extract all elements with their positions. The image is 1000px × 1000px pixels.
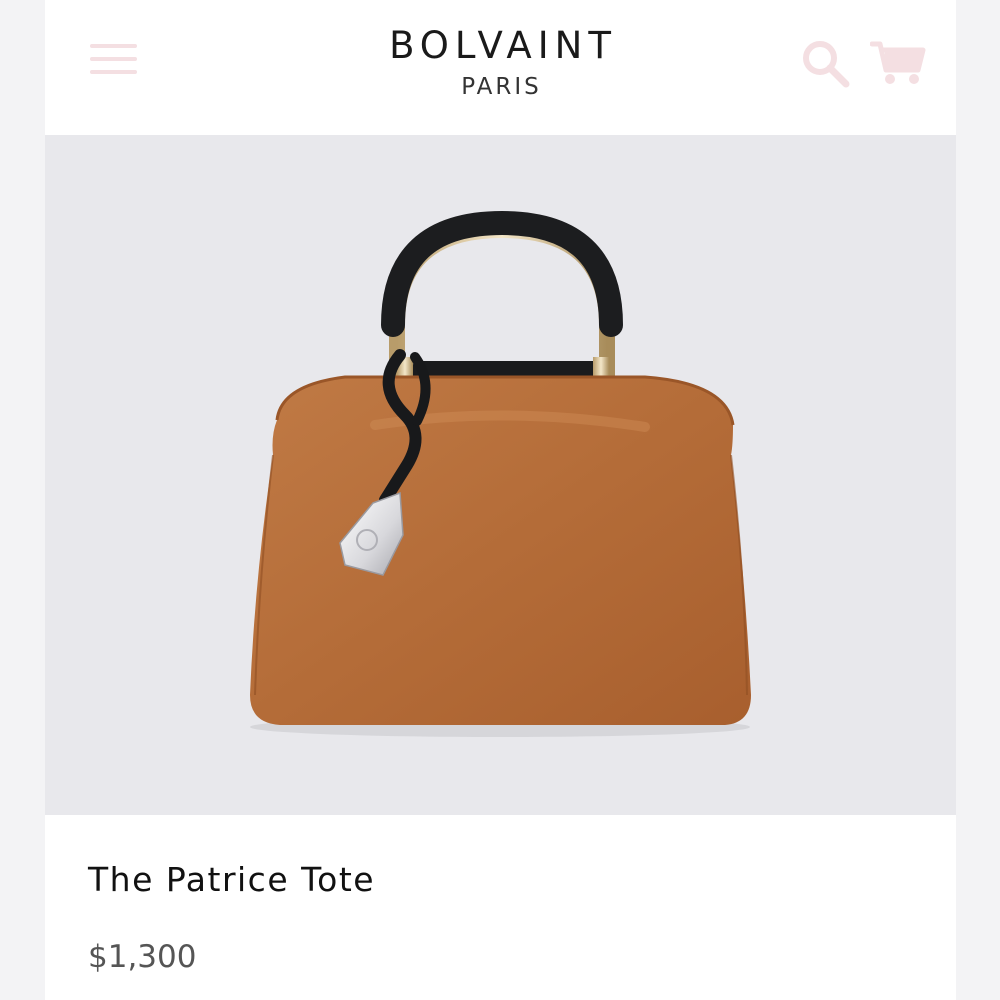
product-title: The Patrice Tote bbox=[88, 860, 376, 899]
brand-name: BOLVAINT bbox=[389, 24, 617, 67]
brand-location: PARIS bbox=[461, 74, 542, 100]
product-image[interactable] bbox=[45, 135, 956, 815]
search-icon[interactable] bbox=[800, 38, 852, 90]
hamburger-menu-icon[interactable] bbox=[90, 41, 138, 79]
page-right-margin bbox=[956, 0, 1000, 1000]
shopping-cart-icon[interactable] bbox=[869, 40, 926, 86]
product-page: BOLVAINT PARIS The Patrice Tote $1,300 bbox=[45, 0, 956, 1000]
tote-bag-photo bbox=[250, 210, 751, 737]
site-header: BOLVAINT PARIS bbox=[45, 0, 956, 135]
page-left-margin bbox=[0, 0, 45, 1000]
brand-logo[interactable]: BOLVAINT PARIS bbox=[300, 24, 700, 102]
product-price: $1,300 bbox=[88, 939, 197, 975]
